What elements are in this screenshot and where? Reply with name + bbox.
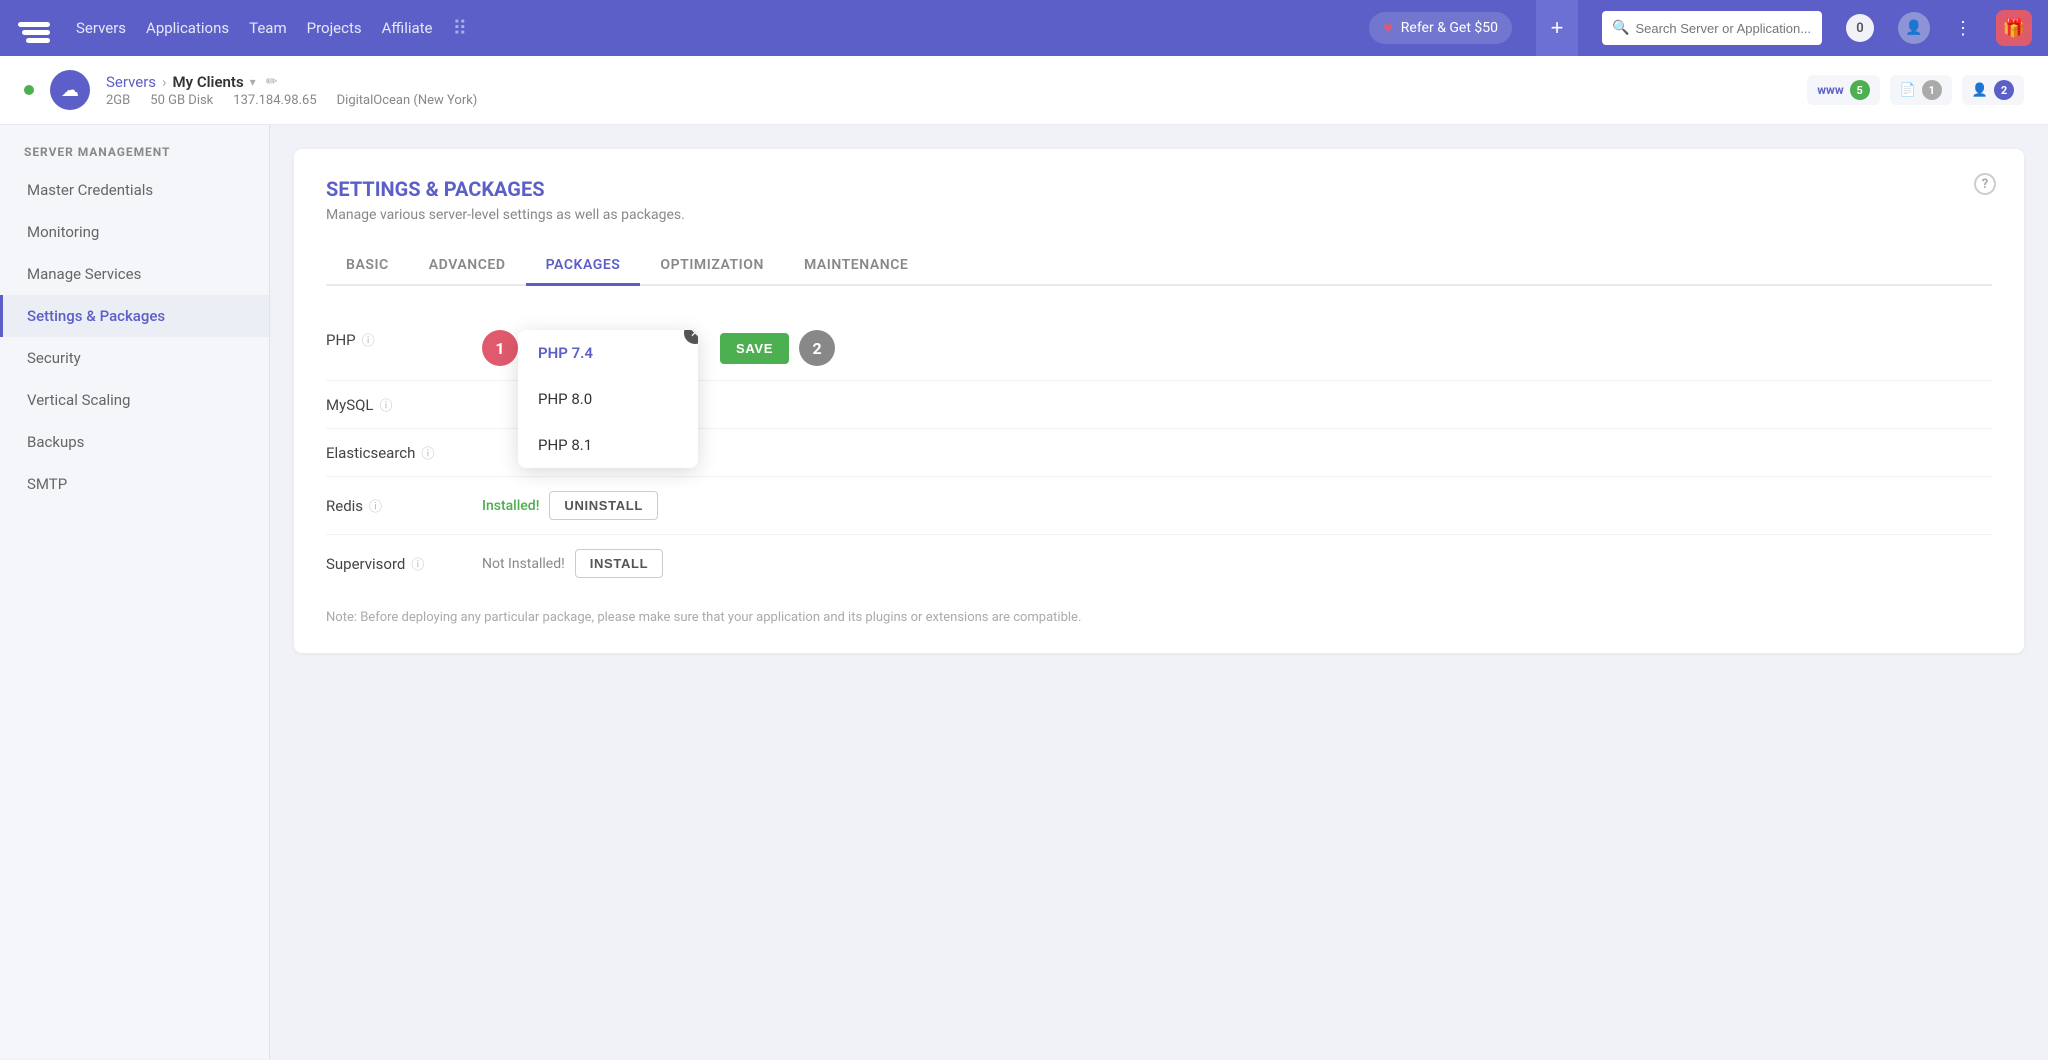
supervisord-row: Supervisord ⓘ Not Installed! INSTALL bbox=[326, 535, 1992, 592]
notification-badge[interactable]: 0 bbox=[1846, 14, 1874, 42]
dropdown-arrow-icon[interactable]: ▾ bbox=[250, 75, 256, 89]
sidebar-item-monitoring[interactable]: Monitoring bbox=[0, 211, 269, 253]
supervisord-info-icon[interactable]: ⓘ bbox=[411, 554, 424, 573]
mysql-info-icon[interactable]: ⓘ bbox=[380, 395, 393, 414]
search-icon: 🔍 bbox=[1612, 20, 1629, 36]
page-title: SETTINGS & PACKAGES bbox=[326, 177, 1992, 201]
redis-status: Installed! bbox=[482, 498, 539, 514]
nav-projects[interactable]: Projects bbox=[307, 19, 362, 37]
www-icon: www bbox=[1817, 83, 1843, 97]
sidebar-item-settings-packages[interactable]: Settings & Packages bbox=[0, 295, 269, 337]
sidebar-item-security[interactable]: Security bbox=[0, 337, 269, 379]
nav-applications[interactable]: Applications bbox=[146, 19, 229, 37]
refer-button[interactable]: ♥ Refer & Get $50 bbox=[1369, 12, 1512, 44]
edit-icon[interactable]: ✏ bbox=[266, 74, 278, 90]
redis-control: Installed! UNINSTALL bbox=[482, 491, 1992, 520]
help-icon[interactable]: ? bbox=[1974, 173, 1996, 195]
top-navigation: Servers Applications Team Projects Affil… bbox=[0, 0, 2048, 56]
php-row: PHP ⓘ 1 ✕ PHP 7.4 PHP 8.0 PHP 8.1 bbox=[326, 314, 1992, 381]
sidebar-item-backups[interactable]: Backups bbox=[0, 421, 269, 463]
php-info-icon[interactable]: ⓘ bbox=[362, 330, 375, 349]
page-subtitle: Manage various server-level settings as … bbox=[326, 207, 1992, 223]
supervisord-control: Not Installed! INSTALL bbox=[482, 549, 1992, 578]
redis-row: Redis ⓘ Installed! UNINSTALL bbox=[326, 477, 1992, 535]
redis-info-icon[interactable]: ⓘ bbox=[369, 496, 382, 515]
sidebar-item-master-credentials[interactable]: Master Credentials bbox=[0, 169, 269, 211]
users-icon: 👤 bbox=[1972, 83, 1988, 98]
php-option-80[interactable]: PHP 8.0 bbox=[518, 376, 698, 422]
search-bar: 🔍 bbox=[1602, 11, 1822, 45]
server-meta: 2GB 50 GB Disk 137.184.98.65 DigitalOcea… bbox=[106, 93, 477, 108]
more-options-icon[interactable]: ⋮ bbox=[1954, 18, 1972, 39]
breadcrumb-arrow: › bbox=[162, 73, 167, 91]
files-count: 1 bbox=[1922, 80, 1942, 100]
breadcrumb-servers[interactable]: Servers bbox=[106, 73, 156, 91]
nav-servers[interactable]: Servers bbox=[76, 19, 126, 37]
php-save-wrapper: SAVE 2 bbox=[720, 330, 835, 366]
refer-label: Refer & Get $50 bbox=[1401, 20, 1498, 36]
sidebar: Server Management Master Credentials Mon… bbox=[0, 125, 270, 1059]
tabs: BASIC ADVANCED PACKAGES OPTIMIZATION MAI… bbox=[326, 247, 1992, 286]
php-label: PHP ⓘ bbox=[326, 330, 466, 349]
server-ip: 137.184.98.65 bbox=[233, 93, 316, 108]
grid-icon[interactable]: ⠿ bbox=[453, 16, 468, 40]
supervisord-status: Not Installed! bbox=[482, 556, 565, 572]
sidebar-item-smtp[interactable]: SMTP bbox=[0, 463, 269, 505]
server-disk: 50 GB Disk bbox=[150, 93, 213, 108]
server-provider: DigitalOcean (New York) bbox=[337, 93, 478, 108]
redis-uninstall-button[interactable]: UNINSTALL bbox=[549, 491, 658, 520]
php-dropdown-menu: ✕ PHP 7.4 PHP 8.0 PHP 8.1 bbox=[518, 330, 698, 468]
server-ram: 2GB bbox=[106, 93, 130, 108]
tab-maintenance[interactable]: MAINTENANCE bbox=[784, 247, 928, 286]
users-count: 2 bbox=[1994, 80, 2014, 100]
heart-icon: ♥ bbox=[1383, 18, 1393, 38]
main-layout: Server Management Master Credentials Mon… bbox=[0, 125, 2048, 1059]
server-icon: ☁ bbox=[50, 70, 90, 110]
users-badge[interactable]: 👤 2 bbox=[1962, 75, 2024, 105]
nav-team[interactable]: Team bbox=[249, 19, 287, 37]
tab-advanced[interactable]: ADVANCED bbox=[409, 247, 526, 286]
elasticsearch-label: Elasticsearch ⓘ bbox=[326, 443, 466, 462]
sidebar-section-title: Server Management bbox=[0, 145, 269, 169]
nav-links: Servers Applications Team Projects Affil… bbox=[76, 16, 467, 40]
note-text: Note: Before deploying any particular pa… bbox=[326, 610, 1992, 625]
sidebar-item-vertical-scaling[interactable]: Vertical Scaling bbox=[0, 379, 269, 421]
search-input[interactable] bbox=[1635, 21, 1812, 36]
supervisord-install-button[interactable]: INSTALL bbox=[575, 549, 663, 578]
logo[interactable] bbox=[16, 10, 52, 46]
tab-optimization[interactable]: OPTIMIZATION bbox=[640, 247, 784, 286]
supervisord-label: Supervisord ⓘ bbox=[326, 554, 466, 573]
step1-badge: 1 bbox=[482, 330, 518, 366]
mysql-label: MySQL ⓘ bbox=[326, 395, 466, 414]
main-content: SETTINGS & PACKAGES Manage various serve… bbox=[270, 125, 2048, 1059]
php-controls: 1 ✕ PHP 7.4 PHP 8.0 PHP 8.1 SAVE 2 bbox=[482, 330, 835, 366]
settings-card: SETTINGS & PACKAGES Manage various serve… bbox=[294, 149, 2024, 653]
www-badge[interactable]: www 5 bbox=[1807, 75, 1879, 105]
nav-affiliate[interactable]: Affiliate bbox=[382, 19, 433, 37]
server-bar: ☁ Servers › My Clients ▾ ✏ 2GB 50 GB Dis… bbox=[0, 56, 2048, 125]
sidebar-item-manage-services[interactable]: Manage Services bbox=[0, 253, 269, 295]
files-badge[interactable]: 📄 1 bbox=[1890, 75, 1952, 105]
php-option-74[interactable]: PHP 7.4 bbox=[518, 330, 698, 376]
server-badges: www 5 📄 1 👤 2 bbox=[1807, 75, 2024, 105]
php-option-81[interactable]: PHP 8.1 bbox=[518, 422, 698, 468]
tab-basic[interactable]: BASIC bbox=[326, 247, 409, 286]
server-name: My Clients bbox=[173, 73, 244, 91]
server-status-dot bbox=[24, 85, 34, 95]
add-button[interactable]: + bbox=[1536, 0, 1578, 56]
www-count: 5 bbox=[1850, 80, 1870, 100]
step2-badge: 2 bbox=[799, 330, 835, 366]
redis-label: Redis ⓘ bbox=[326, 496, 466, 515]
breadcrumb: Servers › My Clients ▾ ✏ bbox=[106, 73, 477, 91]
elasticsearch-info-icon[interactable]: ⓘ bbox=[421, 443, 434, 462]
avatar[interactable]: 👤 bbox=[1898, 12, 1930, 44]
server-info: Servers › My Clients ▾ ✏ 2GB 50 GB Disk … bbox=[106, 73, 477, 108]
php-save-button[interactable]: SAVE bbox=[720, 333, 789, 364]
tab-packages[interactable]: PACKAGES bbox=[526, 247, 641, 286]
file-icon: 📄 bbox=[1900, 83, 1916, 98]
gift-button[interactable]: 🎁 bbox=[1996, 10, 2032, 46]
php-dropdown-wrapper: 1 ✕ PHP 7.4 PHP 8.0 PHP 8.1 bbox=[482, 330, 518, 366]
